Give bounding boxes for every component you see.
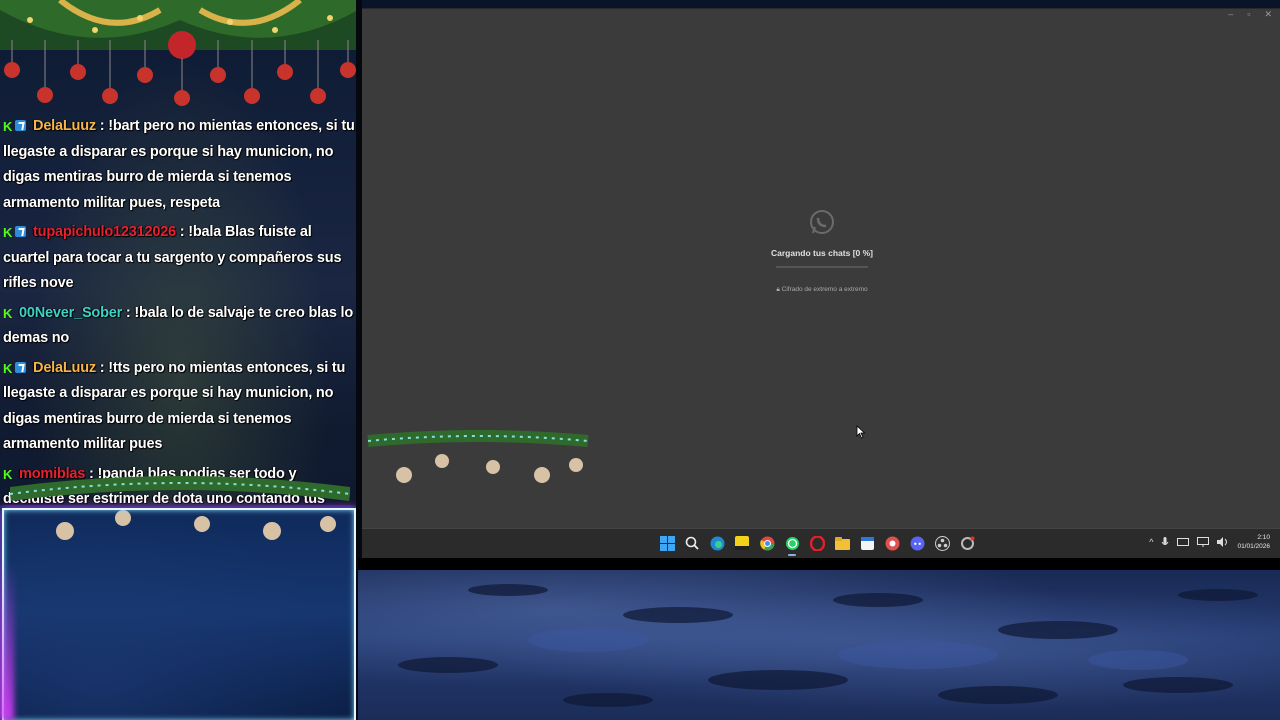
chat-username[interactable]: tupapichulo12312026 (33, 224, 176, 240)
chat-message: K DelaLuuz : !bart pero no mientas enton… (3, 114, 357, 216)
clock-date: 01/01/2026 (1237, 543, 1270, 550)
subscriber-badge-icon (15, 120, 27, 131)
loading-screen: Cargando tus chats [0 %] 🔒︎ Cifrado de e… (752, 209, 892, 294)
kick-badge-icon: K (3, 225, 13, 240)
whatsapp-window: – ▫ ✕ Cargando tus chats [0 %] 🔒︎ Cifrad… (362, 8, 1280, 529)
obs-icon[interactable] (933, 534, 951, 552)
settings-icon[interactable] (958, 534, 976, 552)
maximize-button[interactable]: ▫ (1247, 9, 1250, 19)
search-icon[interactable] (683, 534, 701, 552)
chat-username[interactable]: 00Never_Sober (19, 305, 122, 321)
loading-progress-bar (776, 266, 868, 268)
chat-message: K 00Never_Sober : !bala lo de salvaje te… (3, 301, 357, 352)
sticky-notes-icon[interactable] (733, 534, 751, 552)
edge-icon[interactable] (708, 534, 726, 552)
close-button[interactable]: ✕ (1264, 9, 1272, 19)
whatsapp-icon[interactable] (783, 534, 801, 556)
app-icon[interactable] (883, 534, 901, 552)
neon-glow (0, 560, 14, 720)
microphone-icon[interactable] (1161, 536, 1169, 548)
system-tray: ^ 2:10 01/01/2026 (1149, 533, 1270, 551)
calendar-icon[interactable] (858, 534, 876, 552)
encryption-text: Cifrado de extremo a extremo (781, 286, 868, 293)
chat-username[interactable]: DelaLuuz (33, 360, 96, 376)
taskbar-icons (658, 534, 976, 556)
file-explorer-icon[interactable] (833, 534, 851, 552)
loading-status-text: Cargando tus chats [0 %] (770, 248, 874, 258)
chat-separator: : (99, 359, 109, 376)
opera-icon[interactable] (808, 534, 826, 552)
volume-icon[interactable] (1217, 537, 1229, 547)
subscriber-badge-icon (15, 361, 27, 373)
minimize-button[interactable]: – (1228, 9, 1233, 19)
window-border (358, 558, 1280, 570)
chat-separator: : (179, 224, 189, 240)
lock-icon: 🔒︎ (776, 286, 780, 293)
chat-username[interactable]: DelaLuuz (33, 118, 96, 134)
window-controls: – ▫ ✕ (1228, 9, 1272, 19)
whatsapp-logo-icon (810, 210, 834, 234)
chat-overlay: K DelaLuuz : !bart pero no mientas enton… (0, 0, 358, 720)
encryption-notice: 🔒︎ Cifrado de extremo a extremo (752, 286, 892, 294)
christmas-garland-decoration (0, 0, 358, 106)
network-icon[interactable] (1197, 537, 1210, 547)
start-icon[interactable] (658, 534, 676, 552)
clock-time: 2:10 (1257, 534, 1270, 541)
windows-taskbar: ^ 2:10 01/01/2026 (362, 528, 1280, 559)
mouse-cursor-icon (856, 425, 866, 439)
chat-separator: : (99, 118, 109, 134)
discord-icon[interactable] (908, 534, 926, 552)
chat-message: K tupapichulo12312026 : !bala Blas fuist… (3, 220, 357, 297)
chrome-icon[interactable] (758, 534, 776, 552)
chevron-up-icon[interactable]: ^ (1149, 537, 1153, 547)
kick-badge-icon: K (3, 360, 13, 376)
snow-landscape-background (358, 570, 1280, 720)
kick-badge-icon: K (3, 119, 13, 134)
subscriber-badge-icon (15, 226, 27, 237)
christmas-garland-decoration (367, 430, 589, 483)
kick-badge-icon: K (3, 305, 13, 321)
chat-message: K DelaLuuz : !tts pero no mientas entonc… (3, 356, 357, 458)
keyboard-icon[interactable] (1177, 538, 1190, 546)
system-clock[interactable]: 2:10 01/01/2026 (1237, 533, 1270, 551)
neon-webcam-frame (2, 508, 356, 720)
